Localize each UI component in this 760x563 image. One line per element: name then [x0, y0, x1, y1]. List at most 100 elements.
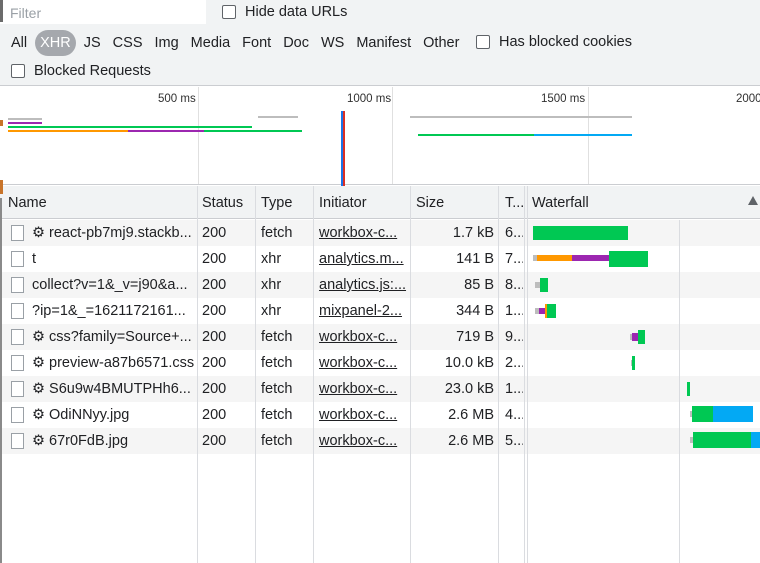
request-time: 5... [505, 433, 523, 449]
request-type: fetch [261, 407, 293, 423]
overview-bar [418, 134, 534, 136]
request-name[interactable]: ⚙ react-pb7mj9.stackb... [32, 225, 194, 241]
request-row[interactable]: ⚙ react-pb7mj9.stackb... 200 fetch workb… [0, 220, 760, 246]
column-header-status[interactable]: Status [202, 195, 243, 211]
hide-data-urls-label: Hide data URLs [245, 4, 348, 20]
left-edge-strip [0, 180, 3, 194]
has-blocked-cookies-checkbox[interactable]: Has blocked cookies [476, 34, 632, 50]
request-initiator[interactable]: analytics.js:... [319, 277, 407, 293]
request-name[interactable]: ⚙ css?family=Source+... [32, 329, 194, 345]
request-type: fetch [261, 355, 293, 371]
file-icon [11, 303, 24, 319]
request-name[interactable]: ?ip=1&_=1621172161... [32, 303, 194, 319]
type-js-button[interactable]: JS [78, 30, 107, 56]
request-time: 6... [505, 225, 523, 241]
blocked-requests-checkbox[interactable]: Blocked Requests [11, 63, 151, 79]
column-header-name[interactable]: Name [8, 195, 47, 211]
request-time: 1... [505, 303, 523, 319]
request-initiator[interactable]: workbox-c... [319, 433, 407, 449]
request-initiator[interactable]: workbox-c... [319, 407, 407, 423]
request-row[interactable]: collect?v=1&_v=j90&a... 200 xhr analytic… [0, 272, 760, 298]
request-type: fetch [261, 433, 293, 449]
request-status: 200 [202, 381, 227, 397]
request-row[interactable]: ⚙ preview-a87b6571.css 200 fetch workbox… [0, 350, 760, 376]
download-segment [751, 432, 760, 448]
request-size: 344 B [456, 303, 494, 319]
overview-bar [128, 130, 204, 132]
request-initiator[interactable]: workbox-c... [319, 329, 407, 345]
request-initiator[interactable]: workbox-c... [319, 355, 407, 371]
request-row[interactable]: ⚙ S6u9w4BMUTPHh6... 200 fetch workbox-c.… [0, 376, 760, 402]
timeline-overview[interactable]: 500 ms 1000 ms 1500 ms 2000 [0, 87, 760, 186]
column-header-type[interactable]: Type [261, 195, 292, 211]
request-row[interactable]: t 200 xhr analytics.m... 141 B 7... [0, 246, 760, 272]
sort-ascending-icon[interactable] [748, 196, 758, 205]
request-initiator[interactable]: analytics.m... [319, 251, 407, 267]
checkbox-box[interactable] [222, 5, 236, 19]
resource-type-filter: All XHR JS CSS Img Media Font Doc WS Man… [5, 30, 465, 56]
request-status: 200 [202, 277, 227, 293]
hide-data-urls-checkbox[interactable]: Hide data URLs [222, 4, 347, 20]
request-name[interactable]: ⚙ S6u9w4BMUTPHh6... [32, 381, 194, 397]
overview-gridline [198, 87, 199, 184]
type-other-button[interactable]: Other [417, 30, 465, 56]
has-blocked-cookies-label: Has blocked cookies [499, 34, 632, 50]
request-status: 200 [202, 433, 227, 449]
type-ws-button[interactable]: WS [315, 30, 350, 56]
type-css-button[interactable]: CSS [107, 30, 149, 56]
file-icon [11, 381, 24, 397]
request-type: fetch [261, 225, 293, 241]
file-icon [11, 355, 24, 371]
waiting-segment [693, 432, 751, 448]
queueing-segment [537, 255, 572, 261]
request-size: 2.6 MB [448, 433, 494, 449]
request-name[interactable]: collect?v=1&_v=j90&a... [32, 277, 194, 293]
type-all-button[interactable]: All [5, 30, 33, 56]
request-type: xhr [261, 277, 282, 293]
type-img-button[interactable]: Img [149, 30, 185, 56]
overview-bar [8, 130, 128, 132]
request-initiator[interactable]: workbox-c... [319, 225, 407, 241]
table-header: Name Status Type Initiator Size T... Wat… [0, 186, 760, 219]
request-row[interactable]: ⚙ OdiNNyy.jpg 200 fetch workbox-c... 2.6… [0, 402, 760, 428]
type-xhr-button[interactable]: XHR [35, 30, 76, 56]
column-header-size[interactable]: Size [416, 195, 444, 211]
request-status: 200 [202, 303, 227, 319]
request-name[interactable]: ⚙ preview-a87b6571.css [32, 355, 194, 371]
request-row[interactable]: ⚙ 67r0FdB.jpg 200 fetch workbox-c... 2.6… [0, 428, 760, 454]
type-manifest-button[interactable]: Manifest [350, 30, 417, 56]
waiting-segment [687, 382, 690, 396]
request-initiator[interactable]: workbox-c... [319, 381, 407, 397]
type-font-button[interactable]: Font [236, 30, 277, 56]
column-header-time[interactable]: T... [505, 195, 524, 211]
checkbox-box[interactable] [11, 64, 25, 78]
overview-bar [8, 126, 252, 128]
request-name[interactable]: ⚙ 67r0FdB.jpg [32, 433, 194, 449]
request-row[interactable]: ?ip=1&_=1621172161... 200 xhr mixpanel-2… [0, 298, 760, 324]
column-header-waterfall[interactable]: Waterfall [532, 195, 589, 211]
type-doc-button[interactable]: Doc [277, 30, 315, 56]
stalled-segment [572, 255, 609, 261]
filter-input[interactable]: Filter [0, 0, 206, 24]
waiting-segment [547, 304, 556, 318]
file-icon [11, 433, 24, 449]
request-name[interactable]: t [32, 251, 194, 267]
request-status: 200 [202, 355, 227, 371]
type-media-button[interactable]: Media [185, 30, 237, 56]
request-time: 9... [505, 329, 523, 345]
waiting-segment [692, 406, 713, 422]
blocked-requests-label: Blocked Requests [34, 63, 151, 79]
request-type: fetch [261, 381, 293, 397]
request-time: 2... [505, 355, 523, 371]
request-initiator[interactable]: mixpanel-2... [319, 303, 407, 319]
request-name[interactable]: ⚙ OdiNNyy.jpg [32, 407, 194, 423]
checkbox-box[interactable] [476, 35, 490, 49]
overview-tick-label: 1500 ms [541, 93, 586, 105]
file-icon [11, 277, 24, 293]
request-status: 200 [202, 251, 227, 267]
overview-tick-label: 2000 [736, 93, 760, 105]
request-row[interactable]: ⚙ css?family=Source+... 200 fetch workbo… [0, 324, 760, 350]
column-header-initiator[interactable]: Initiator [319, 195, 367, 211]
overview-bar [410, 116, 632, 118]
requests-table: Name Status Type Initiator Size T... Wat… [0, 186, 760, 563]
